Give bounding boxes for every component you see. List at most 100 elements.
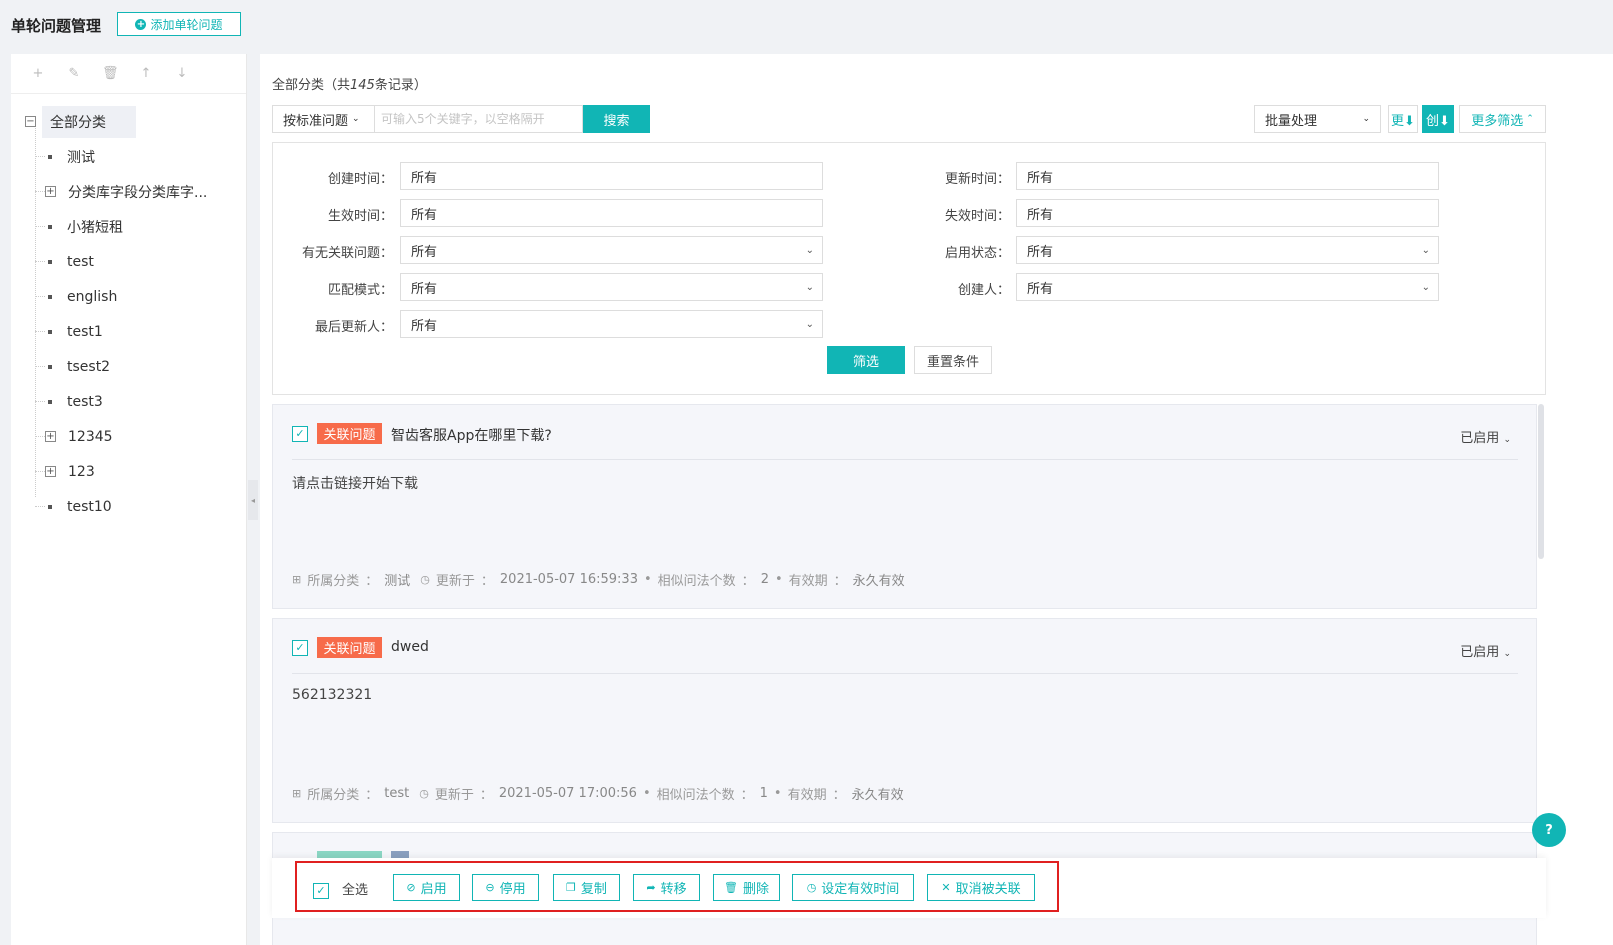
share-icon: ➦ (646, 881, 656, 894)
match-mode-select[interactable]: 所有 ⌄ (400, 273, 823, 301)
last-updater-label: 最后更新人： (314, 320, 393, 335)
move-up-icon[interactable]: ↑ (138, 66, 154, 81)
copy-button[interactable]: ❐ 复制 (553, 874, 620, 901)
related-tag: 关联问题 (317, 637, 382, 658)
sidebar-item[interactable]: english (11, 279, 246, 314)
sidebar-item[interactable]: 小猪短租 (11, 209, 246, 244)
tree-connector (35, 401, 45, 402)
copy-icon: ❐ (566, 881, 576, 894)
expand-icon[interactable]: + (45, 186, 56, 197)
card-meta: ⊞ 所属分类：测试 ◷ 更新于： 2021-05-07 16:59:33 • 相似… (292, 572, 905, 589)
search-bar: 按标准问题⌄ 搜索 (272, 105, 650, 133)
sidebar-item-label: 测试 (67, 149, 95, 166)
move-down-icon[interactable]: ↓ (174, 66, 190, 81)
disable-button[interactable]: ⊖ 停用 (472, 874, 539, 901)
sidebar-item-label: test (67, 253, 94, 270)
expand-icon[interactable]: + (45, 466, 56, 477)
tree-connector (35, 436, 45, 437)
tree-connector (35, 471, 45, 472)
sort-by-create-button[interactable]: 创⬇ (1422, 105, 1454, 133)
update-time-field[interactable]: 所有 (1016, 162, 1439, 190)
sidebar-item-label: 123 (68, 463, 95, 480)
delete-button[interactable]: 🗑 删除 (713, 874, 780, 901)
enable-state-label: 启用状态： (944, 246, 1010, 261)
answer-text: 562132321 (292, 687, 373, 703)
card-checkbox[interactable]: ✓ (292, 640, 308, 656)
grid-icon: ⊞ (292, 573, 302, 586)
minus-circle-icon: ⊖ (485, 881, 495, 894)
collapse-icon[interactable]: − (25, 116, 36, 127)
reset-button[interactable]: 重置条件 (914, 346, 992, 374)
sidebar-item[interactable]: 测试 (11, 139, 246, 174)
sort-by-update-button[interactable]: 更⬇ (1388, 105, 1418, 133)
card-checkbox[interactable]: ✓ (292, 426, 308, 442)
question-title[interactable]: dwed (391, 639, 429, 655)
move-button[interactable]: ➦ 转移 (633, 874, 700, 901)
sidebar-toolbar: + ✎ 🗑 ↑ ↓ (11, 54, 246, 94)
delete-category-icon[interactable]: 🗑 (102, 66, 119, 81)
bullet-icon (48, 224, 52, 229)
answer-text: 请点击链接开始下载 (292, 476, 418, 492)
tree-connector (35, 506, 45, 507)
effective-time-field[interactable]: 所有 (400, 199, 823, 227)
unlink-button[interactable]: ✕ 取消被关联 (927, 874, 1035, 901)
bullet-icon (48, 294, 52, 299)
has-related-select[interactable]: 所有 ⌄ (400, 236, 823, 264)
tree-connector (35, 366, 45, 367)
filter-button[interactable]: 筛选 (827, 346, 905, 374)
clock-icon: ◷ (420, 573, 430, 586)
search-input[interactable] (375, 105, 583, 133)
sidebar-item[interactable]: + 分类库字段分类库字... (11, 174, 246, 209)
sidebar-item[interactable]: tsest2 (11, 349, 246, 384)
edit-category-icon[interactable]: ✎ (66, 66, 82, 81)
list-scrollbar[interactable] (1538, 404, 1544, 559)
sidebar-item[interactable]: +12345 (11, 419, 246, 454)
record-count-value: 145 (350, 78, 375, 93)
enable-state-select[interactable]: 所有 ⌄ (1016, 236, 1439, 264)
tree-root[interactable]: − 全部分类 (11, 104, 246, 139)
sidebar-item[interactable]: test1 (11, 314, 246, 349)
add-question-button[interactable]: + 添加单轮问题 (117, 12, 241, 36)
question-title[interactable]: 智齿客服App在哪里下载? (391, 425, 552, 445)
add-category-icon[interactable]: + (30, 66, 46, 81)
last-updater-select[interactable]: 所有 ⌄ (400, 310, 823, 338)
status-dropdown[interactable]: 已启用 ⌄ (1460, 427, 1511, 446)
sidebar-collapse-handle[interactable]: ◂ (248, 480, 258, 520)
page-header: 单轮问题管理 + 添加单轮问题 (0, 0, 1613, 52)
status-dropdown[interactable]: 已启用 ⌄ (1460, 641, 1511, 660)
expand-icon[interactable]: + (45, 431, 56, 442)
sidebar-item[interactable]: test3 (11, 384, 246, 419)
batch-select[interactable]: 批量处理 ⌄ (1254, 105, 1381, 133)
close-icon: ✕ (941, 881, 951, 894)
chevron-down-icon: ⌄ (1362, 114, 1370, 124)
search-button[interactable]: 搜索 (583, 105, 650, 133)
sidebar-item-label: test10 (67, 498, 112, 515)
enable-button[interactable]: ⊘ 启用 (393, 874, 460, 901)
card-meta: ⊞ 所属分类： test ◷ 更新于： 2021-05-07 17:00:56 • … (292, 786, 904, 803)
search-type-select[interactable]: 按标准问题 ⌄ (272, 105, 375, 133)
sidebar-item[interactable]: test10 (11, 489, 246, 524)
question-card: ✓ 关联问题 dwed 已启用 ⌄ 562132321 ⊞ 所属分类： test … (272, 618, 1537, 823)
category-sidebar: + ✎ 🗑 ↑ ↓ − 全部分类 测试 + 分类库字段分类库字... 小猪短租 test… (11, 54, 247, 945)
chevron-down-icon: ⌄ (805, 281, 814, 293)
clock-icon: ◷ (419, 787, 429, 800)
divider (292, 459, 1518, 460)
sidebar-item[interactable]: +123 (11, 454, 246, 489)
help-chat-icon[interactable]: ? (1532, 813, 1566, 847)
category-tree: − 全部分类 测试 + 分类库字段分类库字... 小猪短租 test english tes… (11, 94, 246, 524)
bullet-icon (48, 329, 52, 334)
select-all-checkbox[interactable]: ✓ (313, 883, 329, 899)
tree-connector (35, 226, 45, 227)
creator-select[interactable]: 所有 ⌄ (1016, 273, 1439, 301)
set-validity-button[interactable]: ◷ 设定有效时间 (792, 874, 914, 901)
more-filter-button[interactable]: 更多筛选 ⌃ (1459, 105, 1546, 133)
expire-time-field[interactable]: 所有 (1016, 199, 1439, 227)
create-time-field[interactable]: 所有 (400, 162, 823, 190)
expire-time-label: 失效时间： (944, 209, 1010, 224)
sidebar-item[interactable]: test (11, 244, 246, 279)
sidebar-item-label: english (67, 288, 118, 305)
create-time-label: 创建时间： (327, 172, 393, 187)
sidebar-item-label: 12345 (68, 428, 113, 445)
chevron-down-icon: ⌄ (1421, 244, 1430, 256)
creator-label: 创建人： (957, 283, 1010, 298)
